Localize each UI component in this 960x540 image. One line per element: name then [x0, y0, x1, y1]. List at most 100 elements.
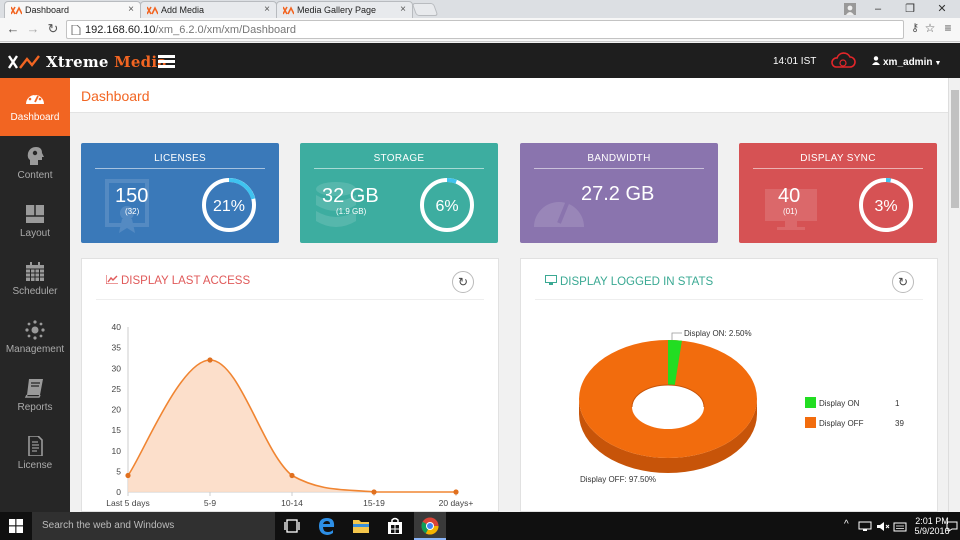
label-connector: [671, 332, 682, 340]
tab-label: Dashboard: [25, 5, 70, 15]
volume-mute-icon[interactable]: [876, 521, 890, 532]
legend-value: 1: [895, 399, 900, 408]
legend-swatch: [805, 417, 816, 428]
keyboard-icon[interactable]: [893, 521, 907, 532]
sidebar-item-label: Scheduler: [12, 286, 58, 297]
storage-card: STORAGE 32 GB (1.9 GB) 6%: [300, 143, 498, 243]
tab-label: Add Media: [161, 5, 205, 15]
app-header: Xtreme Media 14:01 IST xm_admin ▼: [0, 43, 960, 78]
sidebar-item-dashboard[interactable]: Dashboard: [0, 78, 70, 136]
network-tray-icon[interactable]: [858, 521, 872, 532]
ring-label: 3%: [874, 198, 897, 215]
ring-label: 6%: [435, 198, 458, 215]
y-tick-label: 15: [112, 425, 122, 435]
tab-label: Media Gallery Page: [297, 5, 377, 15]
hamburger-menu-icon[interactable]: [158, 55, 175, 69]
x-tick-label: 5-9: [204, 498, 217, 508]
url-host: 192.168.60.10: [85, 24, 156, 36]
xm-favicon-icon: [147, 6, 158, 15]
close-icon[interactable]: ×: [264, 4, 270, 15]
profile-icon[interactable]: [836, 0, 864, 18]
card-sub-value: (01): [783, 207, 798, 216]
file-explorer-icon[interactable]: [352, 518, 370, 534]
legend-swatch: [805, 397, 816, 408]
browser-tab-bar: Dashboard × Add Media × Media Gallery Pa…: [0, 0, 960, 18]
tray-chevron-up-icon[interactable]: ^: [844, 519, 849, 530]
minimize-icon[interactable]: –: [864, 0, 892, 18]
back-icon[interactable]: ←: [4, 21, 22, 36]
close-icon[interactable]: ×: [400, 4, 406, 15]
slice-label-on: Display ON: 2.50%: [684, 329, 752, 338]
y-tick-label: 35: [112, 343, 122, 353]
sidebar-item-label: Content: [17, 170, 53, 181]
speedometer-icon: [534, 200, 584, 227]
display-sync-card: DISPLAY SYNC 40 (01) 3%: [739, 143, 937, 243]
taskbar-clock[interactable]: 2:01 PM 5/9/2016: [914, 516, 950, 536]
scrollbar-thumb[interactable]: [951, 90, 959, 208]
store-icon[interactable]: [386, 517, 404, 535]
sidebar-item-management[interactable]: Management: [0, 310, 70, 368]
url-path: /xm_6.2.0/xm/xm/Dashboard: [155, 24, 296, 36]
brand-name[interactable]: Xtreme Media: [46, 53, 167, 71]
x-tick-label: 15-19: [363, 498, 385, 508]
sidebar: Dashboard Content Layout Scheduler Manag…: [0, 78, 70, 512]
windows-start-icon[interactable]: [9, 519, 23, 533]
panel-title-text: DISPLAY LOGGED IN STATS: [560, 276, 714, 288]
maximize-icon[interactable]: ❐: [896, 0, 924, 18]
user-name: xm_admin: [883, 57, 933, 68]
refresh-icon: ↻: [897, 275, 909, 289]
logo-icon: [8, 55, 40, 69]
card-value: 40: [778, 185, 801, 207]
y-tick-label: 25: [112, 384, 122, 394]
sidebar-item-reports[interactable]: Reports: [0, 368, 70, 426]
head-icon: [27, 147, 44, 165]
forward-icon[interactable]: →: [24, 21, 42, 36]
user-icon: [872, 56, 880, 65]
tab-dashboard[interactable]: Dashboard ×: [4, 1, 141, 18]
taskbar-search-input[interactable]: Search the web and Windows: [32, 512, 275, 540]
licenses-card: LICENSES 150 (32) 21%: [81, 143, 279, 243]
data-point: [207, 357, 213, 363]
book-icon: [24, 379, 43, 398]
reload-icon[interactable]: ↻: [44, 21, 62, 37]
panel-title-text: DISPLAY LAST ACCESS: [121, 275, 251, 287]
bandwidth-card: BANDWIDTH 27.2 GB: [520, 143, 718, 243]
line-chart-icon: [105, 275, 118, 285]
tab-media-gallery[interactable]: Media Gallery Page ×: [276, 1, 413, 18]
refresh-button[interactable]: ↻: [892, 271, 914, 293]
page-icon: [71, 25, 81, 35]
licenses-progress-ring: 21%: [202, 178, 256, 232]
url-input[interactable]: 192.168.60.10/xm_6.2.0/xm/xm/Dashboard: [66, 20, 904, 39]
task-view-icon[interactable]: [284, 519, 300, 533]
sidebar-item-label: Layout: [19, 228, 51, 239]
x-tick-label: 20 days+: [439, 498, 474, 508]
sidebar-item-license[interactable]: License: [0, 426, 70, 484]
menu-icon[interactable]: ≡: [939, 21, 957, 35]
sidebar-item-content[interactable]: Content: [0, 136, 70, 194]
close-icon[interactable]: ×: [128, 4, 134, 15]
action-center-icon[interactable]: [946, 521, 958, 532]
user-menu[interactable]: xm_admin ▼: [872, 56, 941, 68]
close-window-icon[interactable]: ✕: [928, 0, 956, 18]
page-scrollbar[interactable]: [948, 78, 960, 512]
chrome-taskbar-button[interactable]: [414, 512, 446, 540]
slice-label-off: Display OFF: 97.50%: [580, 475, 656, 484]
card-sub-value: (1.9 GB): [336, 207, 367, 216]
sidebar-item-scheduler[interactable]: Scheduler: [0, 252, 70, 310]
storage-progress-ring: 6%: [420, 178, 474, 232]
refresh-button[interactable]: ↻: [452, 271, 474, 293]
sidebar-item-layout[interactable]: Layout: [0, 194, 70, 252]
y-tick-label: 40: [112, 322, 122, 332]
star-icon[interactable]: ☆: [921, 21, 939, 35]
ring-label: 21%: [213, 198, 245, 215]
edge-browser-icon[interactable]: [318, 517, 336, 535]
y-tick-label: 10: [112, 446, 122, 456]
data-point: [453, 489, 459, 495]
new-tab-button[interactable]: [411, 3, 439, 16]
card-sub-value: (32): [125, 207, 140, 216]
cloud-sync-icon[interactable]: [830, 52, 856, 70]
legend-value: 39: [895, 419, 904, 428]
taskbar-time: 2:01 PM: [915, 516, 949, 526]
y-tick-label: 0: [116, 487, 121, 497]
tab-add-media[interactable]: Add Media ×: [140, 1, 277, 18]
